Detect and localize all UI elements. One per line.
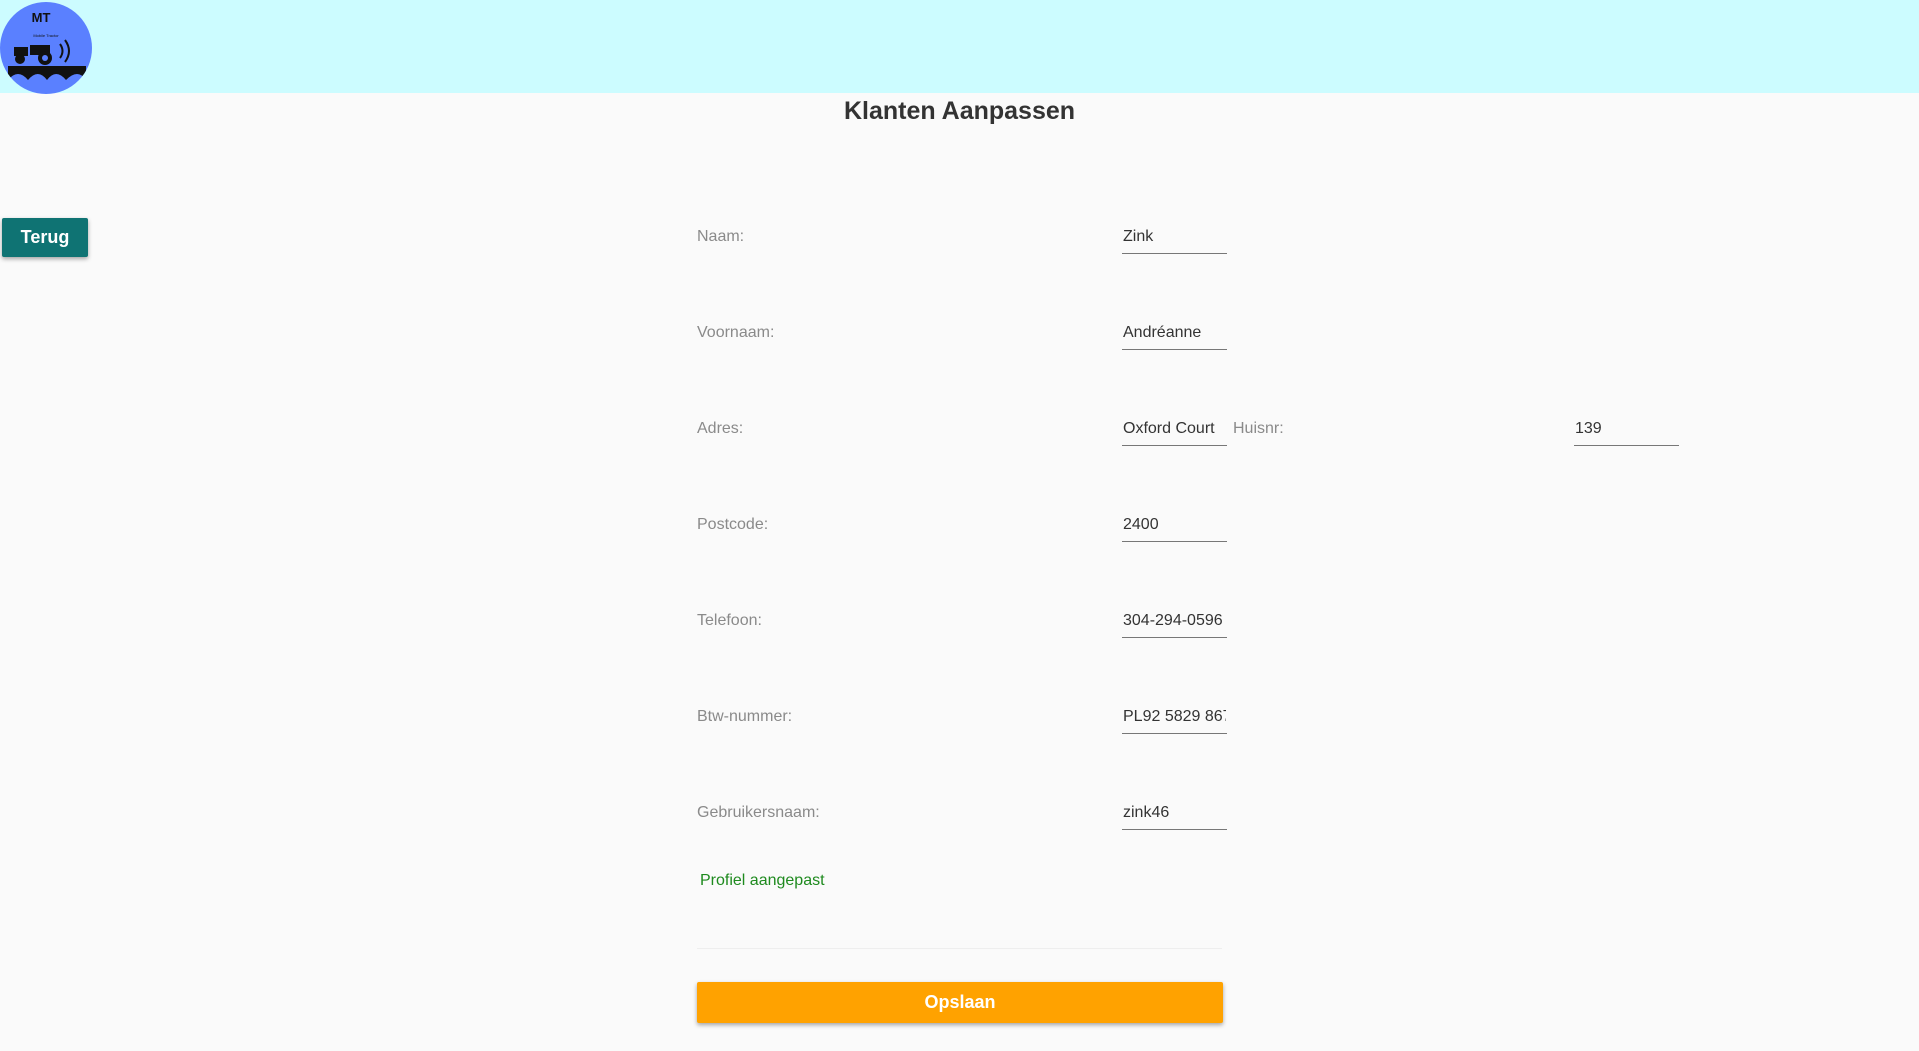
form-row-voornaam: Voornaam:: [697, 306, 1697, 350]
back-button[interactable]: Terug: [2, 218, 88, 257]
huisnr-label: Huisnr:: [1233, 420, 1284, 437]
voornaam-input[interactable]: [1122, 306, 1227, 350]
gebruikersnaam-input[interactable]: [1122, 786, 1227, 830]
telefoon-input[interactable]: [1122, 594, 1227, 638]
company-logo[interactable]: MT Mobile Tractor: [0, 2, 92, 94]
huisnr-input[interactable]: [1574, 402, 1679, 446]
form-row-adres: Adres: Huisnr:: [697, 402, 1697, 446]
form-row-gebruikersnaam: Gebruikersnaam:: [697, 786, 1697, 830]
top-bar: MT Mobile Tractor: [0, 0, 1919, 94]
adres-input[interactable]: [1122, 402, 1227, 446]
gebruikersnaam-label: Gebruikersnaam:: [697, 804, 820, 821]
postcode-label: Postcode:: [697, 516, 769, 533]
postcode-input[interactable]: [1122, 498, 1227, 542]
form-row-naam: Naam:: [697, 210, 1697, 254]
logo-initials: MT: [32, 10, 51, 25]
naam-input[interactable]: [1122, 210, 1227, 254]
page-title: Klanten Aanpassen: [843, 97, 1076, 125]
btw-label: Btw-nummer:: [697, 708, 793, 725]
divider: [697, 948, 1222, 949]
form-row-postcode: Postcode:: [697, 498, 1697, 542]
adres-label: Adres:: [697, 420, 744, 437]
save-button[interactable]: Opslaan: [697, 982, 1223, 1023]
voornaam-label: Voornaam:: [697, 324, 775, 341]
status-message: Profiel aangepast: [700, 872, 825, 889]
naam-label: Naam:: [697, 228, 745, 245]
form-row-btw: Btw-nummer:: [697, 690, 1697, 734]
tractor-logo-icon: MT Mobile Tractor: [8, 10, 86, 80]
form-row-telefoon: Telefoon:: [697, 594, 1697, 638]
btw-input[interactable]: [1122, 690, 1227, 734]
telefoon-label: Telefoon:: [697, 612, 762, 629]
logo-tagline: Mobile Tractor: [33, 33, 59, 38]
